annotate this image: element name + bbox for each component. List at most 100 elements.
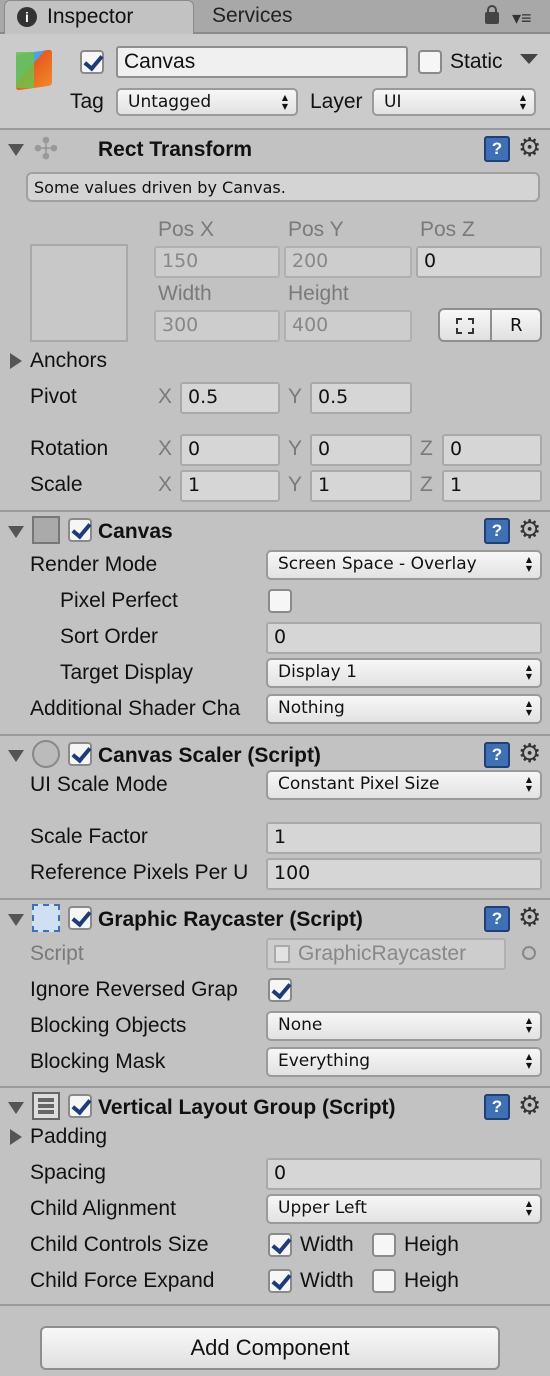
help-icon[interactable]: ? [484,1094,510,1120]
target-display-label: Target Display [60,661,194,684]
sort-order-field[interactable]: 0 [266,622,542,654]
graphic-raycaster-enabled-checkbox[interactable] [68,906,92,930]
updown-arrow-icon: ▲ ▼ [525,699,532,717]
anchors-foldout[interactable] [10,353,22,369]
pivot-y-field[interactable]: 0.5 [310,382,412,414]
pivot-x-field[interactable]: 0.5 [180,382,280,414]
help-icon[interactable]: ? [484,742,510,768]
graphic-raycaster-title: Graphic Raycaster (Script) [98,908,363,931]
ignore-reversed-checkbox[interactable] [268,978,292,1002]
gear-icon[interactable]: ⚙ [518,134,541,160]
scale-y-label: Y [288,473,303,496]
width-label: Width [158,282,212,305]
pivot-x-label: X [158,385,173,408]
rotation-z-field[interactable]: 0 [442,434,542,466]
vertical-layout-foldout[interactable] [8,1102,24,1114]
layer-value: UI [384,92,402,112]
child-force-width-checkbox[interactable] [268,1269,292,1293]
help-icon[interactable]: ? [484,136,510,162]
tab-services[interactable]: Services [196,0,476,32]
rotation-y-field[interactable]: 0 [310,434,412,466]
sort-order-label: Sort Order [60,625,159,648]
canvas-scaler-enabled-checkbox[interactable] [68,742,92,766]
spacing-field[interactable]: 0 [266,1158,542,1190]
updown-arrow-icon: ▲ ▼ [525,1052,532,1070]
updown-arrow-icon: ▲ ▼ [525,663,532,681]
child-controls-height-checkbox[interactable] [372,1233,396,1257]
divider [0,898,550,900]
height-label: Height [288,282,349,305]
render-mode-dropdown[interactable]: Screen Space - Overlay ▲ ▼ [266,550,542,580]
divider [0,510,550,512]
blocking-objects-dropdown[interactable]: None ▲ ▼ [266,1011,542,1041]
target-display-dropdown[interactable]: Display 1 ▲ ▼ [266,658,542,688]
dotted-rect-icon [456,318,474,334]
gear-icon[interactable]: ⚙ [518,516,541,542]
scale-y-field[interactable]: 1 [310,470,412,502]
pos-z-field[interactable]: 0 [416,246,542,278]
rect-transform-icon: ✣ [33,133,59,166]
gear-icon[interactable]: ⚙ [518,740,541,766]
object-name-field[interactable]: Canvas [116,46,408,78]
gear-icon[interactable]: ⚙ [518,1092,541,1118]
anchors-label[interactable]: Anchors [30,348,107,374]
scale-x-field[interactable]: 1 [180,470,280,502]
layer-dropdown[interactable]: UI ▲ ▼ [372,88,536,116]
canvas-foldout[interactable] [8,526,24,538]
shader-channels-value: Nothing [278,698,345,718]
active-checkbox[interactable] [80,50,104,74]
blueprint-mode-button[interactable] [438,308,492,342]
scale-z-field[interactable]: 1 [442,470,542,502]
menu-icon[interactable]: ▾≡ [512,8,532,28]
padding-foldout[interactable] [10,1129,22,1145]
vertical-layout-enabled-checkbox[interactable] [68,1094,92,1118]
blocking-mask-value: Everything [278,1051,371,1071]
canvas-scaler-foldout[interactable] [8,750,24,762]
child-force-height-checkbox[interactable] [372,1269,396,1293]
updown-arrow-icon: ▲ ▼ [525,775,532,793]
static-dropdown-arrow[interactable] [520,54,538,64]
reference-pixels-field[interactable]: 100 [266,858,542,890]
padding-label[interactable]: Padding [30,1124,107,1150]
updown-arrow-icon: ▲ ▼ [281,93,288,111]
object-picker-icon[interactable] [522,946,536,960]
pos-y-label: Pos Y [288,218,344,241]
updown-arrow-icon: ▲ ▼ [525,555,532,573]
ui-scale-mode-label: UI Scale Mode [30,773,168,796]
raw-edit-button[interactable]: R [490,308,542,342]
ui-scale-mode-dropdown[interactable]: Constant Pixel Size ▲ ▼ [266,770,542,800]
child-alignment-dropdown[interactable]: Upper Left ▲ ▼ [266,1194,542,1224]
graphic-raycaster-foldout[interactable] [8,914,24,926]
static-checkbox[interactable] [418,50,442,74]
tab-inspector[interactable]: i Inspector [4,0,194,34]
rect-transform-foldout[interactable] [8,144,24,156]
canvas-enabled-checkbox[interactable] [68,518,92,542]
tag-dropdown[interactable]: Untagged ▲ ▼ [116,88,298,116]
anchor-preset-box[interactable] [30,244,128,342]
rotation-x-field[interactable]: 0 [180,434,280,466]
help-icon[interactable]: ? [484,906,510,932]
scale-factor-label: Scale Factor [30,825,148,848]
blocking-mask-dropdown[interactable]: Everything ▲ ▼ [266,1047,542,1077]
child-controls-width-label: Width [300,1233,354,1256]
scale-factor-field[interactable]: 1 [266,822,542,854]
pos-x-label: Pos X [158,218,215,241]
gear-icon[interactable]: ⚙ [518,904,541,930]
rotation-y-label: Y [288,437,303,460]
ui-scale-mode-value: Constant Pixel Size [278,774,440,794]
pixel-perfect-checkbox[interactable] [268,589,292,613]
child-controls-width-checkbox[interactable] [268,1233,292,1257]
gameobject-cube-icon [12,48,56,92]
layer-label: Layer [310,90,363,113]
driven-notice: Some values driven by Canvas. [26,172,540,202]
shader-channels-dropdown[interactable]: Nothing ▲ ▼ [266,694,542,724]
tag-label: Tag [70,90,104,113]
render-mode-label: Render Mode [30,553,158,576]
canvas-scaler-icon [32,740,60,768]
help-icon[interactable]: ? [484,518,510,544]
canvas-component-icon [32,516,60,544]
script-field: GraphicRaycaster [266,938,506,970]
rect-transform-title: Rect Transform [98,138,253,161]
tab-inspector-label: Inspector [47,5,134,28]
add-component-button[interactable]: Add Component [40,1326,500,1370]
